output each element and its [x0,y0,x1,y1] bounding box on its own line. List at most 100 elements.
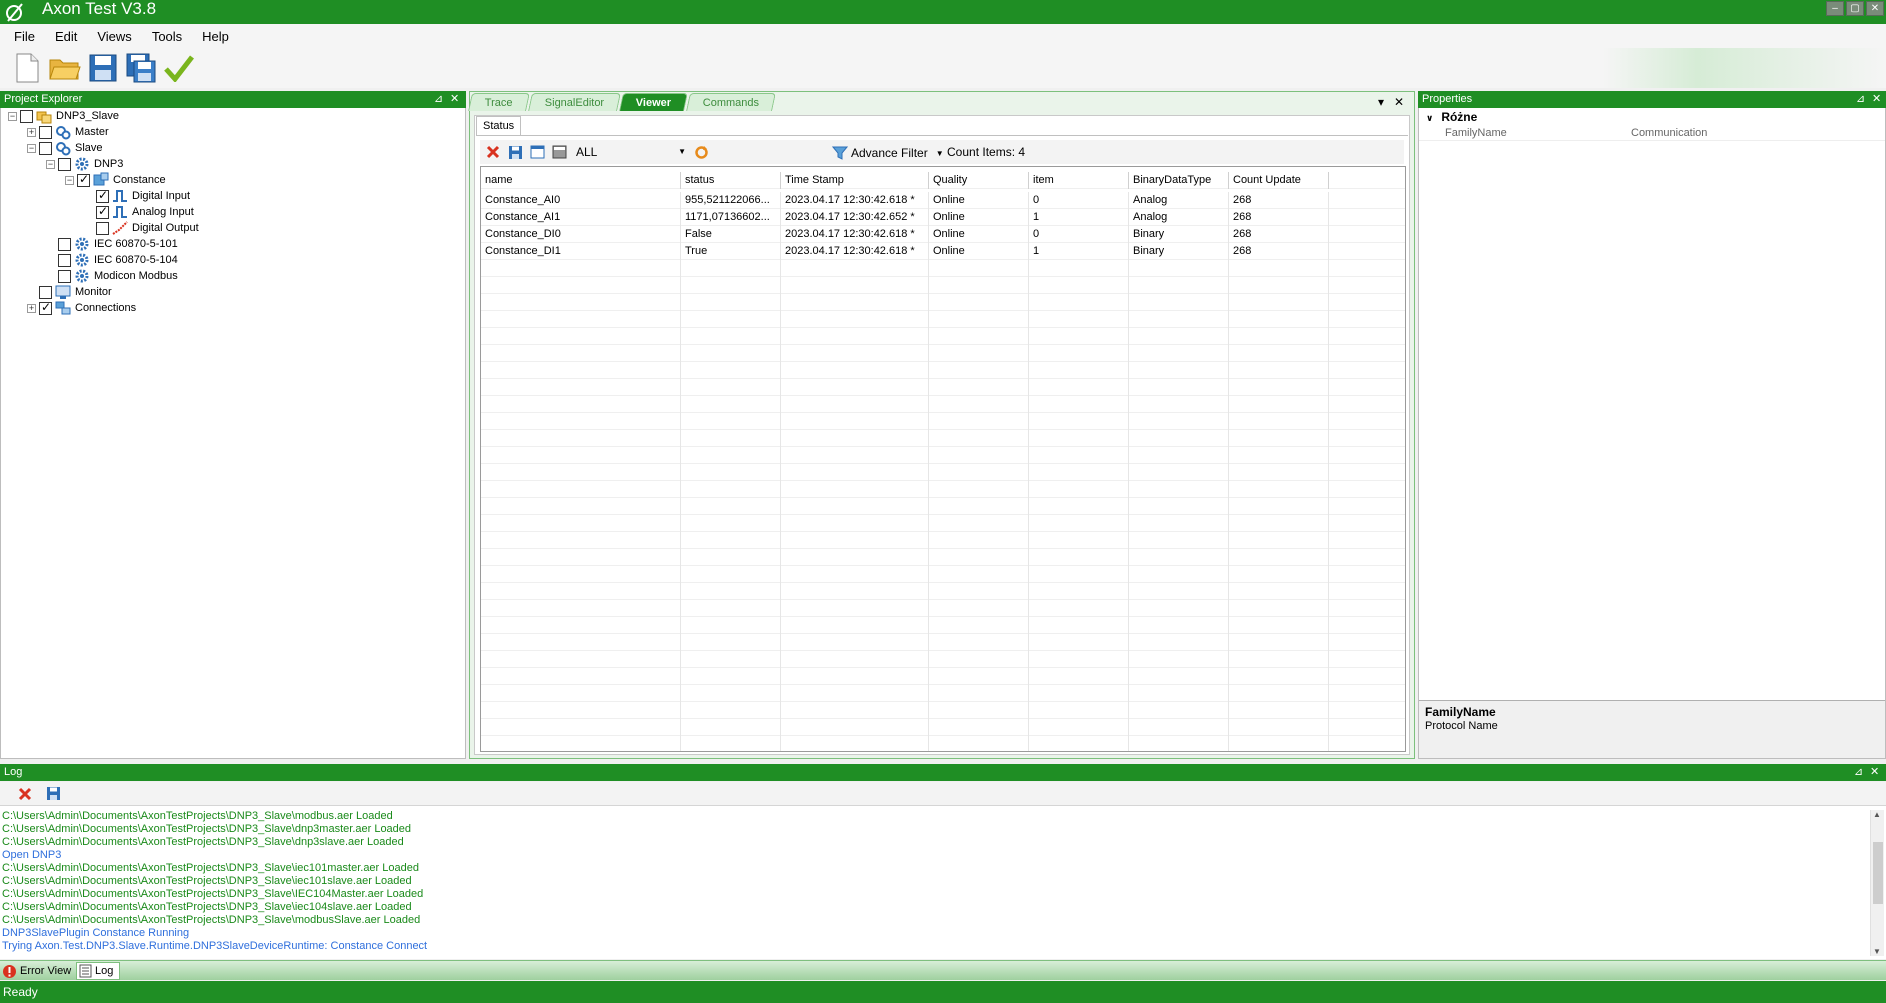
tree-item[interactable]: + Connections [27,300,136,316]
tree-item[interactable]: Monitor [27,284,112,300]
column-header[interactable]: Count Update [1229,172,1329,189]
tree-checkbox[interactable] [96,204,109,219]
table-row[interactable] [481,651,1405,668]
table-row[interactable]: Constance_DI0 False 2023.04.17 12:30:42.61… [481,226,1405,243]
close-document-icon[interactable]: ✕ [1394,95,1404,109]
tree-checkbox[interactable] [58,157,71,171]
status-subtab[interactable]: Status [476,116,522,135]
tree-checkbox[interactable] [20,109,33,123]
tree-item[interactable]: − DNP3_Slave [8,108,119,124]
maximize-button[interactable]: ▢ [1846,1,1864,16]
refresh-button[interactable] [692,143,710,161]
tab-log[interactable]: Log [76,962,120,980]
close-icon[interactable]: ✕ [1870,764,1879,781]
table-row[interactable] [481,447,1405,464]
tree-item[interactable]: Digital Input [84,188,190,204]
property-row[interactable]: FamilyName Communication [1419,126,1885,141]
column-header[interactable]: Quality [929,172,1029,189]
save-as-button[interactable] [124,51,158,85]
tree-checkbox[interactable] [39,141,52,155]
tab-signaleditor[interactable]: SignalEditor [527,93,621,111]
table-row[interactable] [481,583,1405,600]
log-scrollbar[interactable]: ▲ ▼ [1870,810,1884,956]
save-view-button[interactable] [506,143,524,161]
tree-checkbox[interactable] [39,285,52,299]
tab-error-view[interactable]: Error View [0,962,74,980]
tree-item[interactable]: − Constance [65,172,166,188]
pin-icon[interactable]: ⊿ [1854,764,1863,781]
tree-item[interactable]: Modicon Modbus [46,268,178,284]
table-row[interactable] [481,362,1405,379]
table-row[interactable] [481,430,1405,447]
close-window-button[interactable]: ✕ [1866,1,1884,16]
column-header[interactable]: name [481,172,681,189]
table-row[interactable] [481,277,1405,294]
table-row[interactable] [481,549,1405,566]
table-row[interactable] [481,464,1405,481]
table-row[interactable] [481,617,1405,634]
table-row[interactable] [481,719,1405,736]
close-icon[interactable]: ✕ [1872,91,1881,108]
expand-icon[interactable]: + [27,303,36,313]
table-row[interactable] [481,685,1405,702]
table-row[interactable] [481,345,1405,362]
menu-file[interactable]: File [14,29,35,44]
table-row[interactable] [481,566,1405,583]
column-header[interactable]: item [1029,172,1129,189]
table-row[interactable] [481,294,1405,311]
tree-checkbox[interactable] [58,237,71,251]
collapse-icon[interactable]: − [27,143,36,153]
advance-filter-button[interactable]: Advance Filter ▼ [832,145,944,161]
table-row[interactable] [481,396,1405,413]
open-folder-button[interactable] [48,51,82,85]
new-file-button[interactable] [10,51,44,85]
collapse-icon[interactable]: − [8,111,17,121]
menu-edit[interactable]: Edit [55,29,77,44]
tree-item[interactable]: + Master [27,124,109,140]
table-row[interactable]: Constance_AI0 955,521122066... 2023.04.17 … [481,192,1405,209]
table-row[interactable] [481,515,1405,532]
table-row[interactable]: Constance_DI1 True 2023.04.17 12:30:42.618… [481,243,1405,260]
tree-item[interactable]: Digital Output [84,220,199,236]
panel-view-button[interactable] [550,143,568,161]
minimize-button[interactable]: – [1826,1,1844,16]
menu-tools[interactable]: Tools [152,29,182,44]
properties-category[interactable]: ∨ Różne [1426,110,1477,124]
collapse-icon[interactable]: − [46,159,55,169]
table-row[interactable] [481,634,1405,651]
tree-checkbox[interactable] [39,125,52,139]
tree-checkbox[interactable] [96,188,109,203]
scroll-thumb[interactable] [1873,842,1883,904]
column-header[interactable]: Time Stamp [781,172,929,189]
tree-item[interactable]: IEC 60870-5-104 [46,252,178,268]
tree-item[interactable]: IEC 60870-5-101 [46,236,178,252]
window-view-button[interactable] [528,143,546,161]
table-row[interactable] [481,498,1405,515]
tree-item[interactable]: − Slave [27,140,103,156]
table-row[interactable] [481,600,1405,617]
table-row[interactable] [481,736,1405,751]
table-row[interactable] [481,702,1405,719]
column-header[interactable]: BinaryDataType [1129,172,1229,189]
clear-log-button[interactable] [16,785,34,803]
table-row[interactable] [481,481,1405,498]
save-button[interactable] [86,51,120,85]
clear-button[interactable] [484,143,502,161]
apply-button[interactable] [162,51,196,85]
tree-checkbox[interactable] [58,269,71,283]
table-row[interactable] [481,328,1405,345]
table-row[interactable]: Constance_AI1 1171,07136602... 2023.04.17 … [481,209,1405,226]
tree-checkbox[interactable] [96,221,109,235]
table-row[interactable] [481,668,1405,685]
table-row[interactable] [481,379,1405,396]
tree-checkbox[interactable] [58,253,71,267]
tab-trace[interactable]: Trace [468,93,530,111]
close-icon[interactable]: ✕ [450,91,459,108]
pin-icon[interactable]: ⊿ [434,91,443,108]
table-row[interactable] [481,532,1405,549]
pin-icon[interactable]: ⊿ [1856,91,1865,108]
tree-checkbox[interactable] [39,300,52,315]
tree-item[interactable]: Analog Input [84,204,194,220]
filter-combo[interactable]: ALL ▼ [576,143,688,161]
expand-icon[interactable]: + [27,127,36,137]
